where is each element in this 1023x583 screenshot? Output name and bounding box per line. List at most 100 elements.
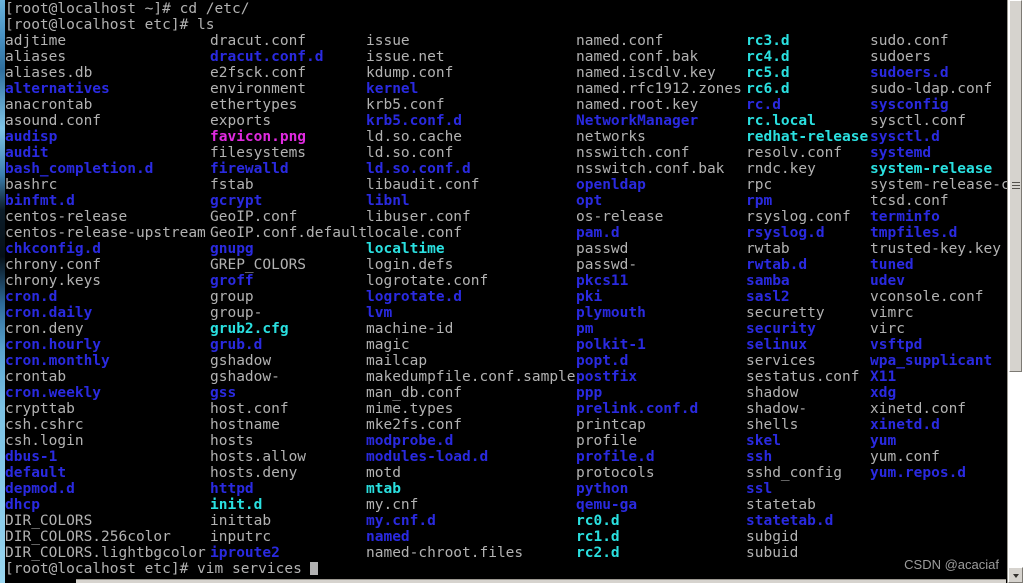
- ls-entry-plain: named.iscdlv.key: [576, 65, 716, 81]
- ls-entry-plain: shadow-: [746, 401, 808, 417]
- ls-entry-dir: popt.d: [576, 353, 629, 369]
- ls-entry-plain: chrony.conf: [5, 257, 102, 273]
- ls-entry-dir: dhcp: [5, 497, 40, 513]
- ls-row: DIR_COLORS.lightbgcolor iproute2 named-chr…: [5, 545, 1007, 561]
- ls-entry-plain: xinetd.conf: [870, 401, 967, 417]
- ls-entry-dir: wpa_supplicant: [870, 353, 993, 369]
- ls-entry-dir: samba: [746, 273, 790, 289]
- ls-entry-dir: grub.d: [210, 337, 263, 353]
- ls-entry-dir: groff: [210, 273, 254, 289]
- ls-entry-plain: libaudit.conf: [366, 177, 480, 193]
- ls-entry-dir: X11: [870, 369, 897, 385]
- command-line-cd: [root@localhost ~]# cd /etc/: [5, 1, 1007, 17]
- ls-entry-dir: opt: [576, 193, 603, 209]
- ls-entry-link: redhat-release: [746, 129, 869, 145]
- ls-entry-dir: depmod.d: [5, 481, 75, 497]
- ls-entry-dir: kernel: [366, 81, 419, 97]
- command-ls-text: [root@localhost etc]# ls: [5, 17, 215, 33]
- ls-entry-dir: dracut.conf.d: [210, 49, 324, 65]
- ls-entry-link: init.d: [210, 497, 263, 513]
- ls-entry-plain: statetab: [746, 497, 816, 513]
- ls-entry-dir: sysctl.d: [870, 129, 940, 145]
- ls-entry-dir: modules-load.d: [366, 449, 489, 465]
- ls-row: aliases dracut.conf.d issue.net named.conf.…: [5, 49, 1007, 65]
- ls-entry-plain: csh.cshrc: [5, 417, 84, 433]
- ls-row: cron.d group logrotate.d pki sasl2 vconsole.c…: [5, 289, 1007, 305]
- ls-row: adjtime dracut.conf issue named.conf rc3.d su…: [5, 33, 1007, 49]
- ls-entry-plain: nsswitch.conf: [576, 145, 690, 161]
- ls-entry-plain: motd: [366, 465, 401, 481]
- ls-entry-plain: kdump.conf: [366, 65, 454, 81]
- ls-row: cron.weekly gss man_db.conf ppp shadow xdg: [5, 385, 1007, 401]
- ls-entry-plain: rpc: [746, 177, 773, 193]
- ls-entry-plain: DIR_COLORS.lightbgcolor: [5, 545, 206, 561]
- command-vim-text: [root@localhost etc]# vim services: [5, 561, 302, 577]
- ls-entry-dir: ppp: [576, 385, 603, 401]
- ls-entry-plain: makedumpfile.conf.sample: [366, 369, 576, 385]
- ls-entry-plain: yum.conf: [870, 449, 940, 465]
- ls-entry-dir: sasl2: [746, 289, 790, 305]
- ls-entry-dir: cron.monthly: [5, 353, 110, 369]
- ls-entry-plain: gshadow-: [210, 369, 280, 385]
- ls-entry-plain: bashrc: [5, 177, 58, 193]
- ls-row: cron.deny grub2.cfg machine-id pm security vi…: [5, 321, 1007, 337]
- terminal-screen[interactable]: [root@localhost ~]# cd /etc/ [root@local…: [5, 0, 1023, 583]
- ls-entry-plain: ld.so.conf: [366, 145, 454, 161]
- ls-row: csh.cshrc hostname mke2fs.conf printcap shel…: [5, 417, 1007, 433]
- ls-row: cron.daily group-lvm plymouth securetty vimr…: [5, 305, 1007, 321]
- ls-entry-dir: pam.d: [576, 225, 620, 241]
- ls-row: DIR_COLORS.256color inputrc named rc1.d subg…: [5, 529, 1007, 545]
- ls-entry-dir: xdg: [870, 385, 897, 401]
- ls-entry-dir: dbus-1: [5, 449, 58, 465]
- vertical-scrollbar[interactable]: [1007, 0, 1023, 583]
- ls-entry-plain: hosts.allow: [210, 449, 307, 465]
- ls-entry-plain: machine-id: [366, 321, 454, 337]
- ls-entry-plain: sudo.conf: [870, 33, 949, 49]
- ls-row: crontab gshadow-makedumpfile.conf.sample p…: [5, 369, 1007, 385]
- command-cd-text: [root@localhost ~]# cd /etc/: [5, 1, 250, 17]
- ls-entry-plain: inittab: [210, 513, 272, 529]
- command-line-vim[interactable]: [root@localhost etc]# vim services: [5, 561, 1007, 577]
- ls-entry-dir: binfmt.d: [5, 193, 75, 209]
- ls-entry-dir: selinux: [746, 337, 808, 353]
- ls-entry-plain: csh.login: [5, 433, 84, 449]
- horizontal-scrollbar[interactable]: [76, 579, 1006, 583]
- ls-entry-dir: pm: [576, 321, 594, 337]
- text-cursor: [309, 562, 318, 575]
- ls-entry-plain: tcsd.conf: [870, 193, 949, 209]
- ls-entry-plain: vconsole.conf: [870, 289, 984, 305]
- ls-entry-link: rc0.d: [576, 513, 620, 529]
- ls-entry-plain: mailcap: [366, 353, 428, 369]
- terminal-window[interactable]: [root@localhost ~]# cd /etc/ [root@local…: [0, 0, 1023, 583]
- ls-row: chrony.conf GREP_COLORS login.defs passwd-r…: [5, 257, 1007, 273]
- ls-entry-plain: exports: [210, 113, 272, 129]
- scrollbar-arrow-down-button[interactable]: [1008, 567, 1023, 583]
- ls-entry-plain: named.conf.bak: [576, 49, 699, 65]
- ls-entry-plain: subgid: [746, 529, 799, 545]
- ls-entry-plain: rwtab: [746, 241, 790, 257]
- ls-entry-dir: krb5.conf.d: [366, 113, 463, 129]
- ls-entry-plain: magic: [366, 337, 410, 353]
- ls-row: cron.hourly grub.d magic polkit-1 selinux vsf…: [5, 337, 1007, 353]
- ls-entry-plain: rsyslog.conf: [746, 209, 851, 225]
- ls-entry-dir: cron.d: [5, 289, 58, 305]
- ls-entry-dir: rpm: [746, 193, 773, 209]
- ls-entry-dir: chkconfig.d: [5, 241, 102, 257]
- ls-entry-dir: yum: [870, 433, 897, 449]
- ls-entry-dir: bash_completion.d: [5, 161, 154, 177]
- watermark-label: CSDN @acaciaf: [904, 557, 999, 572]
- ls-row: centos-release GeoIP.conf libuser.conf os-r…: [5, 209, 1007, 225]
- ls-entry-dir: gnupg: [210, 241, 254, 257]
- ls-entry-plain: passwd-: [576, 257, 638, 273]
- ls-entry-plain: DIR_COLORS.256color: [5, 529, 171, 545]
- ls-entry-plain: DIR_COLORS: [5, 513, 93, 529]
- ls-entry-image: favicon.png: [210, 129, 307, 145]
- ls-entry-plain: named.rfc1912.zones: [576, 81, 742, 97]
- ls-entry-dir: pkcs11: [576, 273, 629, 289]
- ls-entry-plain: named.conf: [576, 33, 664, 49]
- ls-entry-dir: ld.so.conf.d: [366, 161, 471, 177]
- ls-entry-plain: ld.so.cache: [366, 129, 463, 145]
- ls-entry-dir: default: [5, 465, 67, 481]
- ls-entry-dir: python: [576, 481, 629, 497]
- ls-row: cron.monthly gshadow mailcap popt.d services…: [5, 353, 1007, 369]
